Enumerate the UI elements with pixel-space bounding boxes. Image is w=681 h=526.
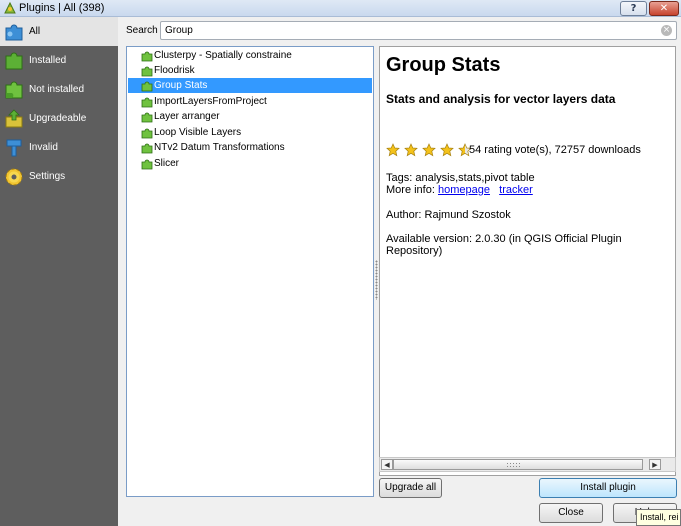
category-sidebar: All Installed Not installed Upgradeable … xyxy=(0,17,118,526)
puzzle-green-icon xyxy=(141,66,153,77)
plugin-name: NTv2 Datum Transformations xyxy=(154,142,285,153)
upgrade-all-button[interactable]: Upgrade all xyxy=(379,478,442,498)
plugin-description: Stats and analysis for vector layers dat… xyxy=(386,92,616,106)
sidebar-item-settings[interactable]: Settings xyxy=(0,162,118,191)
puzzle-green-icon xyxy=(141,97,153,108)
sidebar-item-invalid[interactable]: Invalid xyxy=(0,133,118,162)
list-item[interactable]: NTv2 Datum Transformations xyxy=(128,140,372,155)
star-icon xyxy=(440,143,455,157)
sidebar-item-upgradeable[interactable]: Upgradeable xyxy=(0,104,118,133)
sidebar-item-label: Installed xyxy=(29,55,67,66)
sidebar-item-label: Not installed xyxy=(29,84,85,95)
close-window-button[interactable]: ✕ xyxy=(649,1,679,16)
sidebar-item-not-installed[interactable]: Not installed xyxy=(0,75,118,104)
window-title: Plugins | All (398) xyxy=(19,2,105,14)
plugin-name: Group Stats xyxy=(154,80,208,91)
puzzle-green-icon xyxy=(141,159,153,170)
rating-votes: 54 rating vote(s), 72757 downloads xyxy=(469,144,641,156)
details-horizontal-scrollbar[interactable]: ◀ ▶ xyxy=(379,457,676,472)
close-button[interactable]: Close xyxy=(539,503,603,523)
plugin-name: Floodrisk xyxy=(154,65,195,76)
plugin-name: Loop Visible Layers xyxy=(154,127,242,138)
puzzle-green-icon xyxy=(141,81,153,92)
more-info-label: More info: xyxy=(386,184,435,196)
puzzle-green-icon xyxy=(5,52,23,70)
plugin-name: Layer arranger xyxy=(154,111,220,122)
search-input[interactable]: Group × xyxy=(160,21,677,40)
plugin-details-pane: Group Stats Stats and analysis for vecto… xyxy=(379,46,676,476)
star-icon xyxy=(422,143,436,157)
plugin-version: Available version: 2.0.30 (in QGIS Offic… xyxy=(386,233,622,245)
plugin-name: ImportLayersFromProject xyxy=(154,96,267,107)
homepage-link[interactable]: homepage xyxy=(438,184,490,196)
sidebar-item-all[interactable]: All xyxy=(0,17,118,46)
list-item[interactable]: Loop Visible Layers xyxy=(128,125,372,140)
puzzle-green-icon xyxy=(141,51,153,62)
list-item[interactable]: Clusterpy - Spatially constraine xyxy=(128,48,372,63)
sidebar-item-label: Invalid xyxy=(29,142,58,153)
plugin-version-repository: Repository) xyxy=(386,245,443,257)
title-bar: Plugins | All (398) ? ✕ xyxy=(0,0,681,17)
rating-stars xyxy=(386,143,473,157)
search-label: Search xyxy=(126,25,158,36)
list-item-selected[interactable]: Group Stats xyxy=(128,78,372,93)
scroll-left-arrow-icon[interactable]: ◀ xyxy=(381,459,393,470)
list-item[interactable]: ImportLayersFromProject xyxy=(128,94,372,109)
plugin-title: Group Stats xyxy=(386,54,501,76)
star-icon xyxy=(404,143,418,157)
plugin-name: Clusterpy - Spatially constraine xyxy=(154,50,292,61)
puzzle-green-icon xyxy=(141,128,153,139)
qgis-app-icon xyxy=(4,1,16,14)
scrollbar-thumb[interactable] xyxy=(393,459,643,470)
plugin-author: Author: Rajmund Szostok xyxy=(386,209,511,221)
puzzle-blue-icon xyxy=(5,24,23,41)
plugin-list[interactable]: Clusterpy - Spatially constraine Floodri… xyxy=(126,46,374,497)
search-value: Group xyxy=(165,25,193,36)
plugin-tags: Tags: analysis,stats,pivot table xyxy=(386,172,535,184)
sidebar-item-label: Settings xyxy=(29,171,66,182)
more-info: More info: homepage tracker xyxy=(386,184,533,196)
tracker-link[interactable]: tracker xyxy=(499,184,533,196)
plugin-name: Slicer xyxy=(154,158,180,169)
scroll-right-arrow-icon[interactable]: ▶ xyxy=(649,459,661,470)
pane-splitter-handle[interactable] xyxy=(375,260,378,300)
install-tooltip: Install, rei xyxy=(636,509,681,526)
list-item[interactable]: Layer arranger xyxy=(128,109,372,124)
star-icon xyxy=(386,143,400,157)
puzzle-green-icon xyxy=(5,81,23,99)
puzzle-green-icon xyxy=(141,143,153,154)
list-item[interactable]: Floodrisk xyxy=(128,63,372,78)
list-item[interactable]: Slicer xyxy=(128,156,372,171)
sidebar-item-label: All xyxy=(29,26,41,37)
install-plugin-button[interactable]: Install plugin xyxy=(539,478,677,498)
gear-icon xyxy=(5,168,23,186)
clear-icon[interactable]: × xyxy=(661,25,672,36)
puzzle-upgrade-icon xyxy=(5,109,23,128)
sidebar-item-label: Upgradeable xyxy=(29,113,87,124)
sidebar-item-installed[interactable]: Installed xyxy=(0,46,118,75)
help-window-button[interactable]: ? xyxy=(620,1,647,16)
puzzle-green-icon xyxy=(141,112,153,123)
scrollbar-grip xyxy=(506,462,522,468)
invalid-plugin-icon xyxy=(6,139,22,157)
